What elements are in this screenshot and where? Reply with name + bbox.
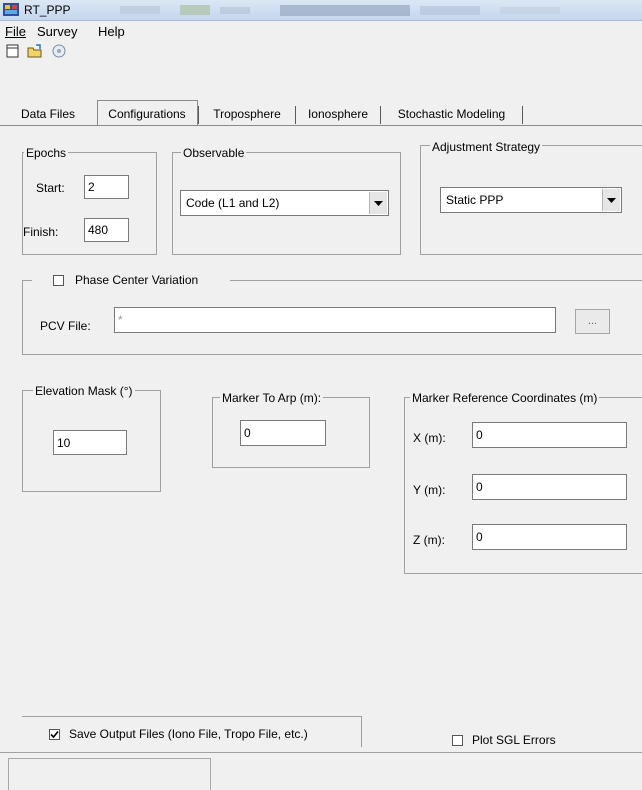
observable-select[interactable]: Code (L1 and L2) [180,190,389,216]
tab-ionosphere[interactable]: Ionosphere [298,104,378,124]
status-bar-panel [8,758,211,790]
epochs-group-title: Epochs [24,146,69,160]
adjustment-selected-value: Static PPP [446,193,504,207]
tab-separator [198,106,199,124]
new-file-icon[interactable] [5,43,21,59]
pcv-browse-button[interactable]: ... [575,309,610,334]
title-bar-blurred-area [120,5,560,16]
start-label: Start: [36,181,65,195]
finish-epoch-input[interactable] [84,218,129,242]
y-coordinate-label: Y (m): [413,483,446,497]
menu-help[interactable]: Help [98,24,125,39]
tab-stochastic-modeling[interactable]: Stochastic Modeling [384,104,519,124]
menu-bar [0,21,642,41]
app-icon [3,3,19,16]
tab-configurations[interactable]: Configurations [99,104,195,124]
plot-sgl-label: Plot SGL Errors [472,733,556,747]
z-coordinate-input[interactable] [472,524,627,550]
open-folder-icon[interactable] [27,43,43,59]
elevation-mask-title: Elevation Mask (°) [33,384,135,398]
plot-sgl-checkbox[interactable] [452,735,463,746]
elevation-mask-input[interactable] [53,430,127,455]
save-output-label: Save Output Files (Iono File, Tropo File… [69,727,308,741]
marker-to-arp-title: Marker To Arp (m): [220,391,324,405]
pcv-file-input[interactable] [114,307,556,333]
menu-survey[interactable]: Survey [37,24,77,39]
tab-data-files[interactable]: Data Files [5,104,91,124]
tab-separator [380,106,381,124]
menu-file[interactable]: File [5,24,26,39]
run-disc-icon[interactable] [51,43,67,59]
status-bar-divider [0,752,642,753]
tab-troposphere[interactable]: Troposphere [202,104,292,124]
chevron-down-icon[interactable] [602,189,620,211]
chevron-down-icon[interactable] [369,192,387,214]
marker-to-arp-input[interactable] [240,420,326,446]
checkmark-icon [50,730,59,739]
window-title: RT_PPP [24,3,71,17]
pcv-checkbox[interactable] [53,275,64,286]
pcv-file-label: PCV File: [40,319,91,333]
x-coordinate-input[interactable] [472,422,627,448]
observable-group-title: Observable [181,146,247,160]
y-coordinate-input[interactable] [472,474,627,500]
start-epoch-input[interactable] [84,175,129,199]
marker-reference-title: Marker Reference Coordinates (m) [410,391,600,405]
pcv-checkbox-label: Phase Center Variation [75,273,199,287]
x-coordinate-label: X (m): [413,431,446,445]
z-coordinate-label: Z (m): [413,533,445,547]
tab-divider-line [0,125,642,126]
adjustment-strategy-title: Adjustment Strategy [430,140,543,154]
observable-selected-value: Code (L1 and L2) [186,196,280,210]
save-output-checkbox[interactable] [49,729,60,740]
finish-label: Finish: [23,225,59,239]
tab-separator [522,106,523,124]
tab-separator [295,106,296,124]
adjustment-strategy-select[interactable]: Static PPP [440,187,622,213]
